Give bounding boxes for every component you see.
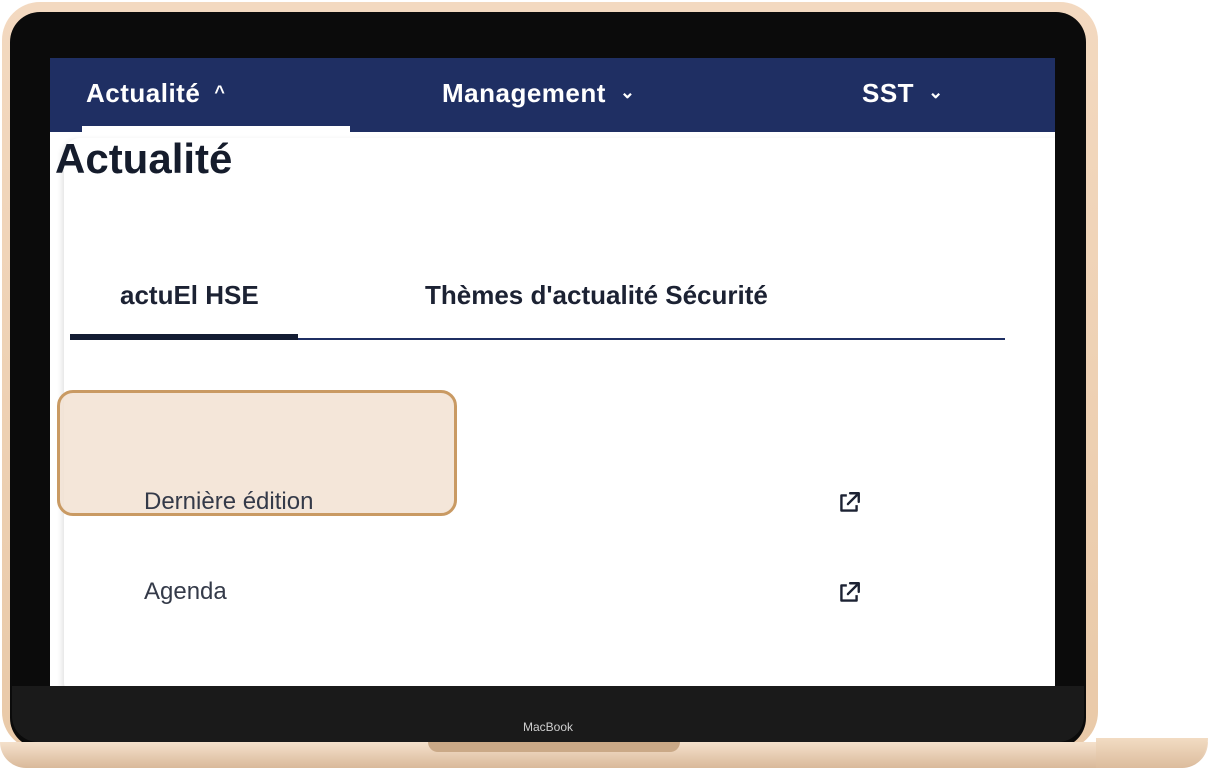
top-navbar: Actualité ^ Management ⌄ SST ⌄ xyxy=(50,58,1055,132)
tab-themes-securite[interactable]: Thèmes d'actualité Sécurité xyxy=(425,280,768,311)
tab-actuel-hse[interactable]: actuEl HSE xyxy=(120,280,259,311)
nav-active-underline xyxy=(82,126,350,132)
chevron-down-icon: ⌄ xyxy=(619,82,636,102)
laptop-base-edge xyxy=(1096,738,1208,768)
nav-item-label: Management xyxy=(442,78,606,108)
nav-item-label: SST xyxy=(862,78,915,108)
external-link-icon[interactable] xyxy=(836,580,862,606)
link-agenda[interactable]: Agenda xyxy=(144,578,227,606)
tab-active-indicator xyxy=(70,334,298,340)
nav-item-label: Actualité xyxy=(86,78,201,108)
panel-title: Actualité xyxy=(55,135,233,182)
device-brand: MacBook xyxy=(522,720,574,734)
nav-item-actualite[interactable]: Actualité ^ xyxy=(86,78,225,109)
laptop-chin: MacBook xyxy=(12,686,1084,742)
external-link-icon[interactable] xyxy=(836,490,862,516)
nav-item-management[interactable]: Management ⌄ xyxy=(442,78,636,109)
chevron-down-icon: ⌄ xyxy=(928,82,944,102)
chevron-up-icon: ^ xyxy=(214,82,226,102)
nav-item-sst[interactable]: SST ⌄ xyxy=(862,78,944,109)
laptop-notch xyxy=(428,742,680,752)
link-derniere-edition[interactable]: Dernière édition xyxy=(144,488,313,516)
